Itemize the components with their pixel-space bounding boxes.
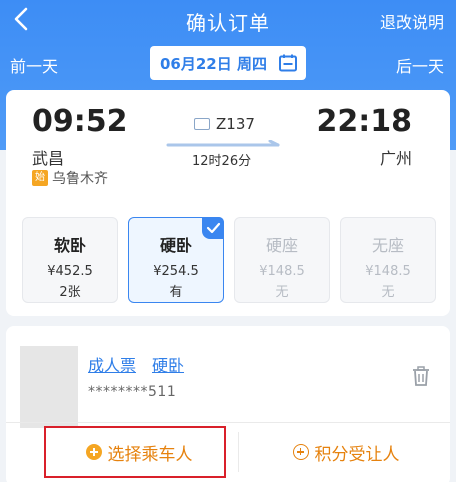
selected-check-icon [202, 217, 224, 239]
divider [238, 432, 239, 472]
refund-rules-link[interactable]: 退改说明 [380, 9, 444, 33]
seat-price: ¥452.5 [47, 264, 93, 279]
origin-terminus: 始 乌鲁木齐 [32, 168, 108, 188]
origin-badge-icon: 始 [32, 170, 48, 186]
seat-price: ¥148.5 [365, 264, 411, 279]
date-bar: 前一天 06月22日 周四 后一天 [0, 42, 456, 82]
seat-count: 有 [169, 285, 183, 300]
seat-option-soft-sleeper[interactable]: 软卧 ¥452.5 2张 [22, 217, 118, 303]
departure-time: 09:52 [32, 104, 128, 139]
ticket-icon [194, 118, 210, 130]
origin-terminus-label: 乌鲁木齐 [52, 171, 108, 187]
seat-name: 硬座 [265, 236, 298, 255]
highlight-box [44, 426, 226, 478]
passenger-avatar [20, 346, 78, 428]
seat-option-hard-seat[interactable]: 硬座 ¥148.5 无 [234, 217, 330, 303]
next-day-button[interactable]: 后一天 [396, 53, 444, 77]
seat-name: 软卧 [53, 236, 86, 255]
passenger-seat-link[interactable]: 硬卧 [152, 352, 184, 376]
seat-name: 无座 [371, 236, 404, 255]
divider [6, 422, 450, 423]
arrival-station: 广州 [379, 149, 412, 168]
ticket-type-link[interactable]: 成人票 [88, 352, 136, 376]
trip-duration: 12时26分 [192, 154, 252, 169]
trip-card: 09:52 22:18 武昌 广州 始 乌鲁木齐 Z137 12时26分 软卧 … [6, 90, 450, 316]
seat-count: 无 [381, 285, 395, 300]
prev-day-button[interactable]: 前一天 [10, 53, 58, 77]
seat-price: ¥148.5 [259, 264, 305, 279]
seat-option-hard-sleeper[interactable]: 硬卧 ¥254.5 有 [128, 217, 224, 303]
departure-station: 武昌 [32, 149, 65, 168]
points-transfer-button[interactable]: 积分受让人 [242, 430, 450, 474]
trash-icon[interactable] [412, 366, 430, 386]
train-number[interactable]: Z137 [194, 115, 255, 133]
date-text: 06月22日 周四 [160, 54, 267, 73]
add-circle-outline-icon [292, 444, 309, 460]
seat-option-no-seat[interactable]: 无座 ¥148.5 无 [340, 217, 436, 303]
points-transfer-label: 积分受让人 [314, 444, 400, 465]
seat-price: ¥254.5 [153, 264, 199, 279]
date-picker[interactable]: 06月22日 周四 [150, 46, 306, 80]
seat-count: 2张 [59, 285, 81, 300]
navigation-bar: 确认订单 退改说明 [0, 0, 456, 40]
route-arrow-icon [166, 140, 280, 147]
train-number-label: Z137 [216, 115, 255, 133]
arrival-time: 22:18 [316, 104, 413, 139]
calendar-icon [279, 54, 297, 72]
passenger-id-number: ********511 [88, 384, 177, 400]
seat-count: 无 [275, 285, 289, 300]
